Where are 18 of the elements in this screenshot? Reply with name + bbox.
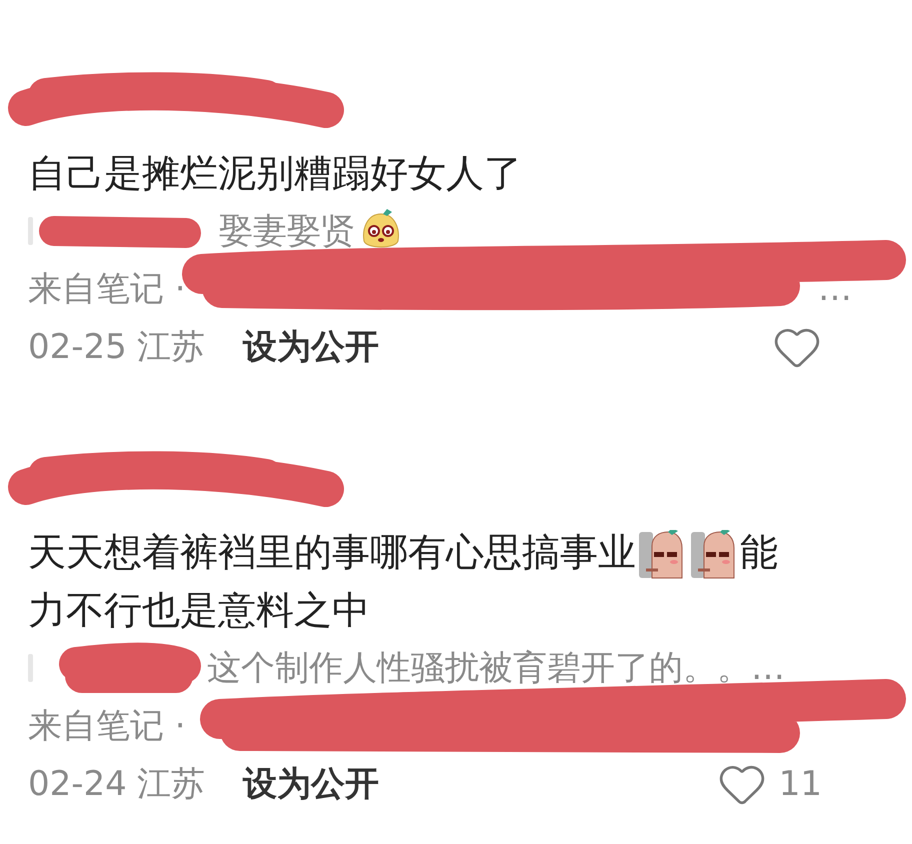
comment-location: 江苏 [136, 763, 205, 806]
source-label: 来自笔记 · [28, 268, 186, 311]
comment-location: 江苏 [136, 326, 205, 369]
quoted-reply-text: 娶妻娶贤 [219, 210, 355, 253]
quoted-reply-text: 这个制作人性骚扰被育碧开了的。。… [207, 647, 785, 690]
quote-bar [28, 654, 33, 682]
comment-text: 自己是摊烂泥别糟蹋好女人了 [28, 150, 522, 197]
source-label: 来自笔记 · [28, 705, 186, 748]
make-public-link[interactable]: 设为公开 [242, 761, 379, 807]
like-count: 11 [778, 764, 822, 804]
more-text: … [818, 269, 852, 309]
make-public-link[interactable]: 设为公开 [242, 324, 379, 370]
comment-date: 02-24 [28, 764, 127, 804]
comment-date: 02-25 [28, 327, 127, 367]
comment-text: 能 [740, 529, 778, 576]
quote-bar [28, 217, 33, 245]
comment-text: 天天想着裤裆里的事哪有心思搞事业 [28, 529, 636, 576]
comment-text: 力不行也是意料之中 [28, 587, 370, 634]
